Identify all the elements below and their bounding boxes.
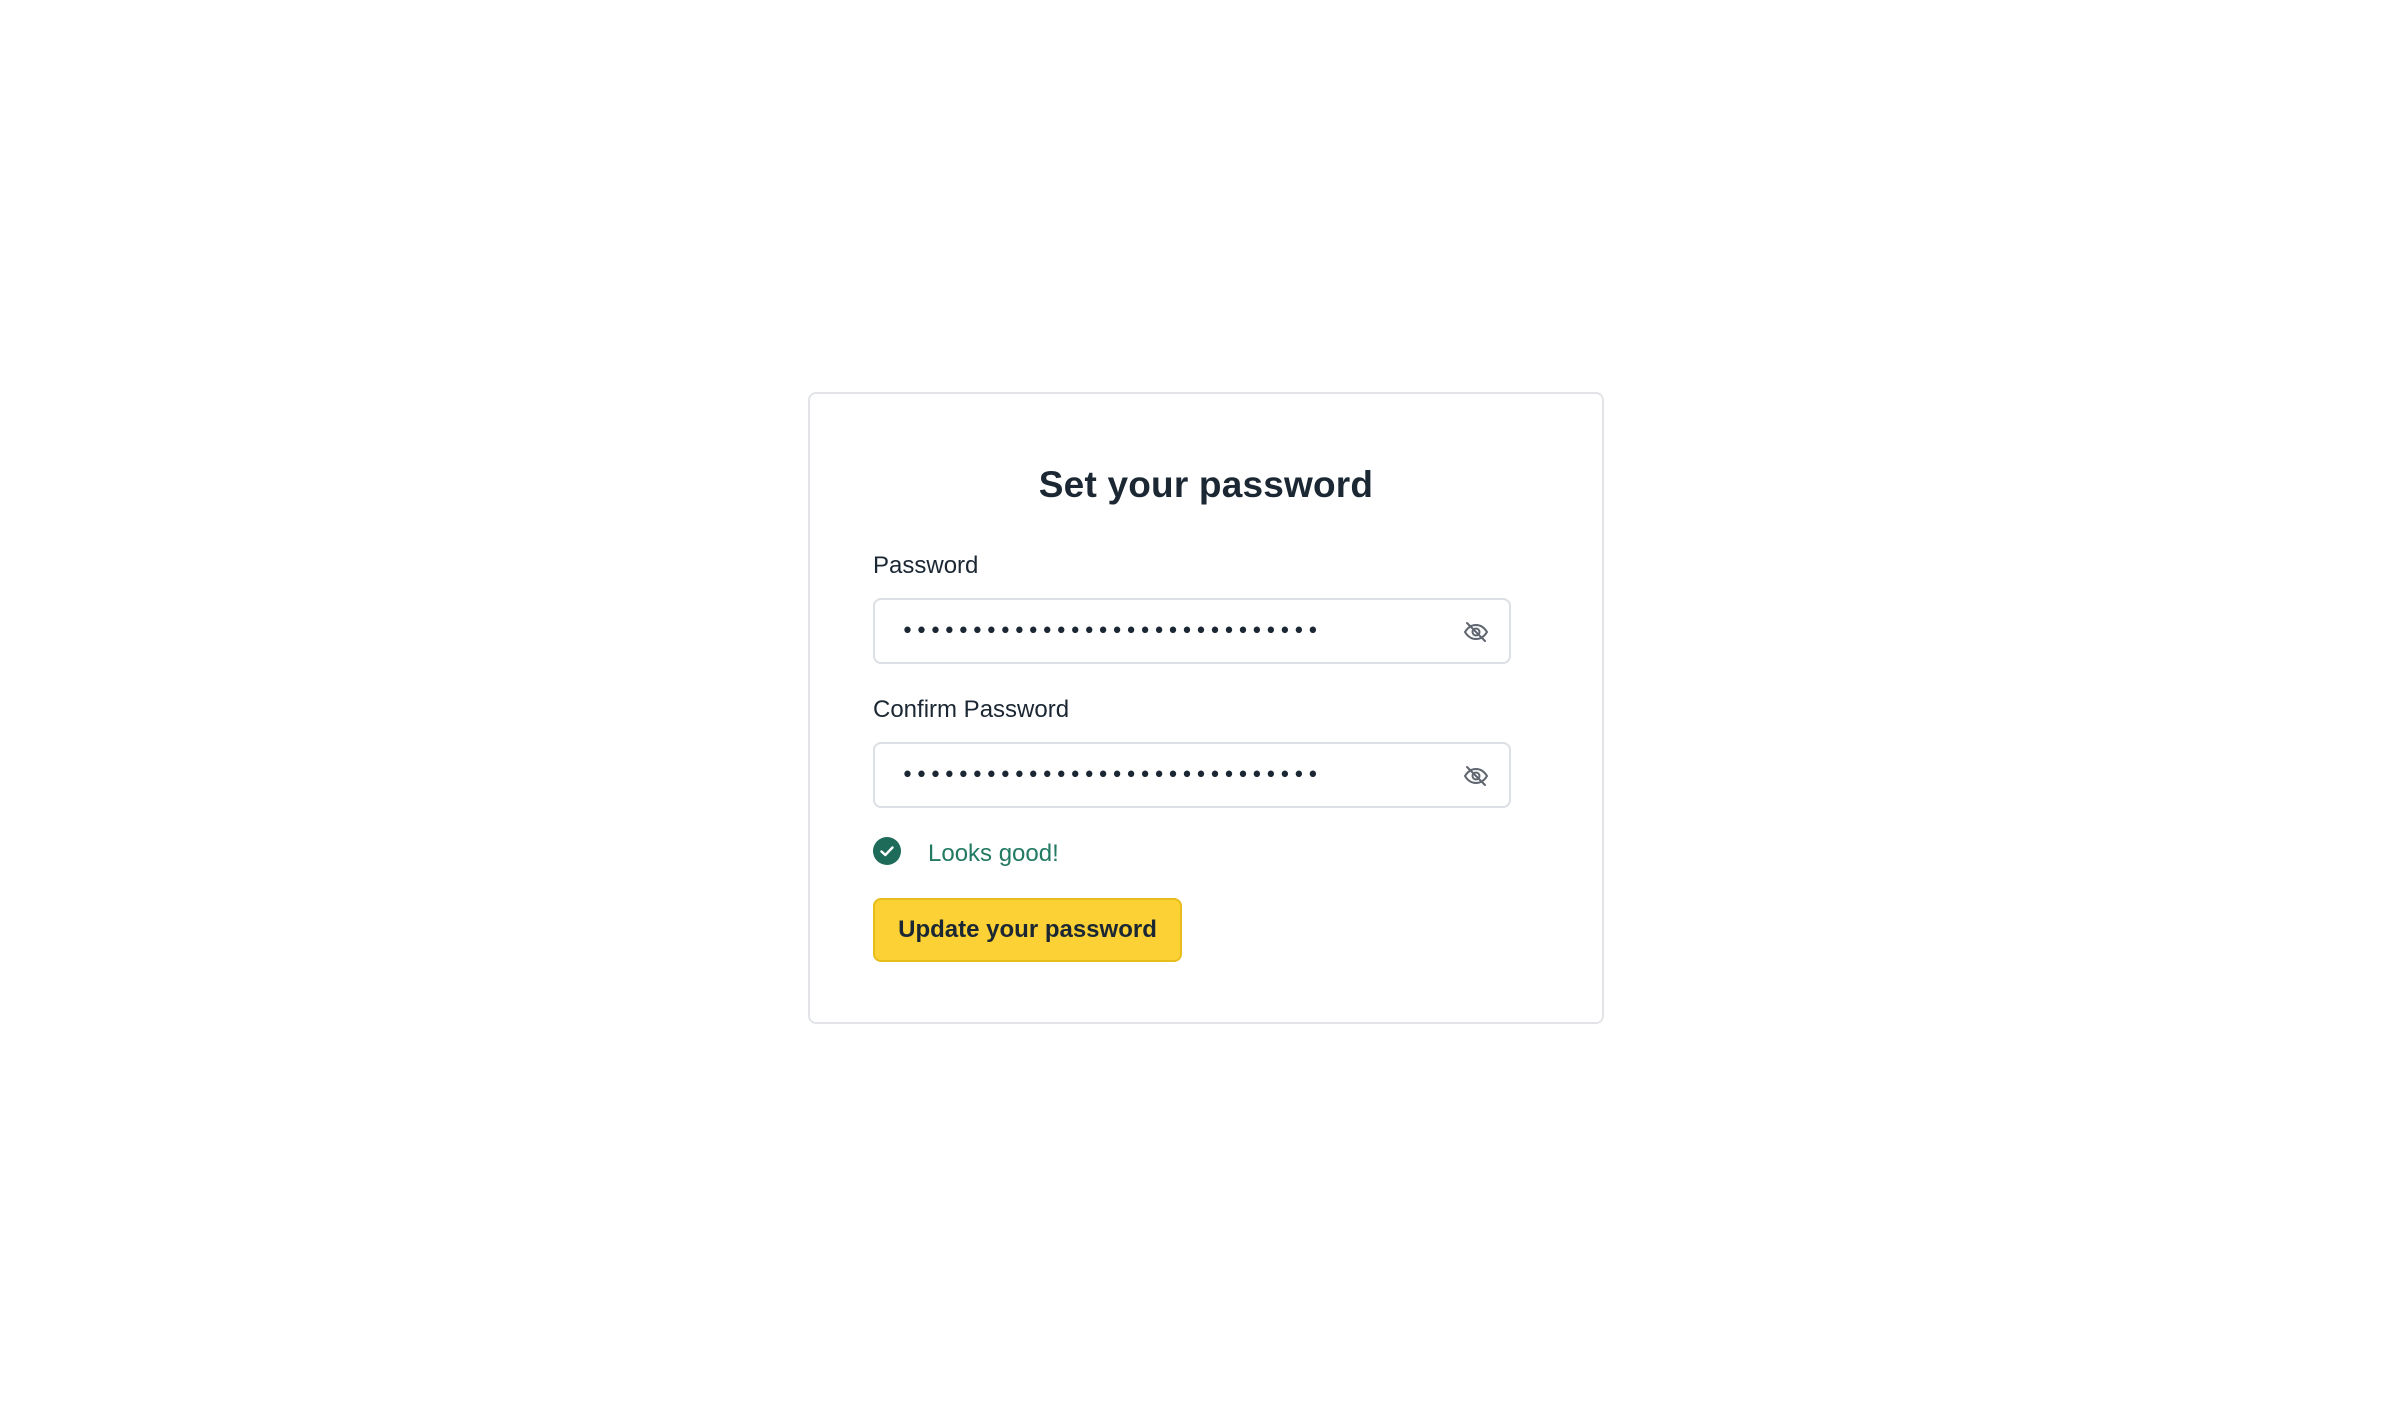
password-field[interactable] (873, 598, 1511, 664)
validation-message: Looks good! (928, 840, 1059, 867)
password-card: Set your password Password Confirm Passw… (808, 392, 1604, 1024)
confirm-password-field[interactable] (873, 742, 1511, 808)
confirm-password-input[interactable] (875, 744, 1435, 806)
eye-off-icon[interactable] (1461, 762, 1491, 790)
page: Set your password Password Confirm Passw… (0, 0, 2400, 1411)
confirm-password-label: Confirm Password (873, 696, 1070, 723)
password-input[interactable] (875, 600, 1435, 662)
validation-status: Looks good! (873, 836, 1059, 867)
password-label: Password (873, 552, 979, 579)
update-password-button[interactable]: Update your password (873, 898, 1182, 962)
page-title: Set your password (1038, 464, 1374, 505)
check-circle-icon (873, 837, 901, 865)
eye-off-icon[interactable] (1461, 618, 1491, 646)
